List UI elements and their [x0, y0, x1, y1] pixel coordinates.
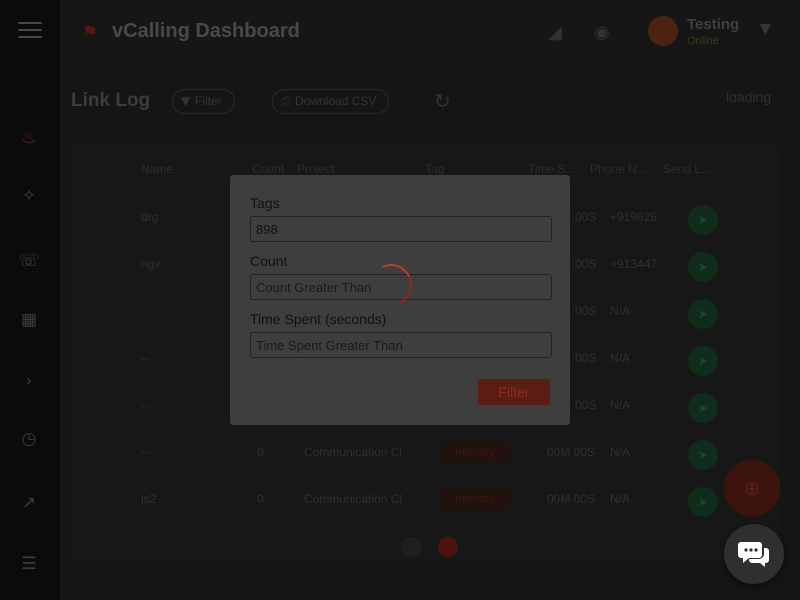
time-spent-label: Time Spent (seconds) [250, 311, 387, 327]
filter-modal: Tags Count Time Spent (seconds) Filter [230, 175, 570, 425]
count-label: Count [250, 253, 288, 269]
tags-label: Tags [250, 195, 280, 211]
time-spent-input[interactable] [250, 332, 552, 358]
chat-support-button[interactable] [724, 524, 784, 584]
tags-input[interactable] [250, 216, 552, 242]
apply-filter-button[interactable]: Filter [478, 379, 550, 405]
chat-bubbles-icon [738, 542, 769, 567]
loading-spinner-icon [364, 258, 418, 312]
